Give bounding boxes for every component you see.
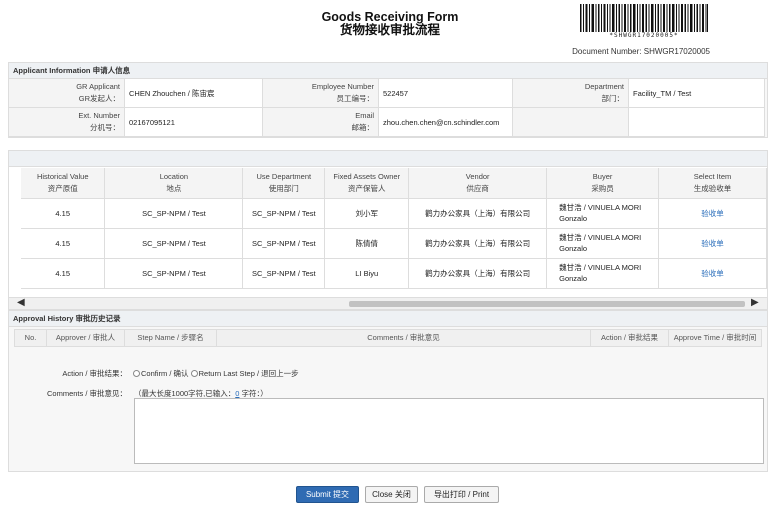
items-header-row: Historical Value 资产原值 Location 地点 Use Depa… (21, 168, 767, 199)
gr-applicant-label-zh: GR发起人： (78, 94, 120, 103)
employee-number-label-zh: 员工编号： (336, 94, 375, 103)
items-header-strip (9, 151, 767, 167)
cell-buyer: 魏甘浩 / VINUELA MORI Gonzalo (546, 198, 660, 229)
cell-vendor: 鹳力办公家具（上海）有限公司 (408, 258, 548, 289)
cell-buyer: 魏甘浩 / VINUELA MORI Gonzalo (546, 228, 660, 259)
items-table: Historical Value 资产原值 Location 地点 Use Depa… (21, 168, 767, 289)
email-label: Email 邮箱： (263, 108, 379, 137)
gr-applicant-value: CHEN Zhouchen / 陈宙宸 (125, 79, 263, 108)
cell-historical-value: 4.15 (21, 228, 106, 259)
applicant-info-section: Applicant Information 申请人信息 GR Applicant… (8, 62, 768, 138)
cell-use-department: SC_SP-NPM / Test (242, 258, 326, 289)
barcode-text: *SHWGR17020005* (609, 32, 679, 39)
approval-history-header: No. Approver / 审批人 Step Name / 步骤名 Comme… (14, 329, 762, 347)
table-row: 4.15 SC_SP-NPM / Test SC_SP-NPM / Test 刘… (21, 198, 767, 229)
department-value: Facility_TM / Test (629, 79, 765, 108)
col-step-name: Step Name / 步骤名 (125, 330, 217, 346)
radio-icon[interactable] (190, 370, 198, 377)
email-label-zh: 邮箱： (351, 123, 375, 132)
ext-number-label-zh: 分机号： (90, 123, 120, 132)
col-vendor: Vendor 供应商 (408, 168, 548, 199)
approval-title: Approval History 审批历史记录 (9, 311, 767, 327)
employee-number-label-en: Employee Number (311, 82, 374, 91)
department-label-en: Department (584, 82, 624, 91)
email-label-en: Email (355, 111, 374, 120)
select-item-link[interactable]: 验收单 (658, 258, 767, 289)
col-action: Action / 审批结果 (591, 330, 669, 346)
col-historical-value: Historical Value 资产原值 (21, 168, 106, 199)
employee-number-value: 522457 (379, 79, 513, 108)
cell-historical-value: 4.15 (21, 198, 106, 229)
cell-owner: 陈倩倩 (324, 228, 410, 259)
print-button[interactable]: 导出打印 / Print (424, 486, 499, 503)
approval-section: Approval History 审批历史记录 No. Approver / 审… (8, 310, 768, 472)
select-item-link[interactable]: 验收单 (658, 198, 767, 229)
close-button[interactable]: Close 关闭 (365, 486, 418, 503)
hint-prefix: （最大长度1000字符,已输入： (134, 389, 236, 398)
cell-use-department: SC_SP-NPM / Test (242, 198, 326, 229)
department-label: Department 部门： (513, 79, 629, 108)
cell-owner: 刘小军 (324, 198, 410, 229)
confirm-label: Confirm / 确认 (141, 369, 189, 378)
cell-use-department: SC_SP-NPM / Test (242, 228, 326, 259)
cell-historical-value: 4.15 (21, 258, 106, 289)
scroll-left-icon[interactable]: ◀ (17, 297, 25, 309)
applicant-info-grid: GR Applicant GR发起人： CHEN Zhouchen / 陈宙宸 … (9, 79, 767, 137)
applicant-info-title: Applicant Information 申请人信息 (9, 63, 767, 79)
col-approve-time: Approve Time / 审批时间 (673, 333, 757, 342)
action-radio-group: Confirm / 确认 Return Last Step / 退回上一步 (133, 368, 299, 379)
ext-number-label: Ext. Number 分机号： (9, 108, 125, 137)
col-use-department: Use Department 使用部门 (242, 168, 326, 199)
empty-label (513, 108, 629, 137)
cell-vendor: 鹳力办公家具（上海）有限公司 (408, 228, 548, 259)
col-no: No. (15, 330, 47, 346)
action-label: Action / 审批结果： (62, 369, 127, 378)
cell-vendor: 鹳力办公家具（上海）有限公司 (408, 198, 548, 229)
col-location: Location 地点 (104, 168, 244, 199)
form-header: Goods Receiving Form 货物接收审批流程 *SHWGR1702… (0, 0, 775, 60)
scroll-right-icon[interactable]: ▶ (751, 297, 759, 309)
radio-icon[interactable] (133, 370, 140, 377)
department-label-zh: 部门： (601, 94, 625, 103)
cell-location: SC_SP-NPM / Test (104, 198, 244, 229)
gr-applicant-label-en: GR Applicant (76, 82, 120, 91)
barcode-icon (580, 4, 708, 32)
ext-number-label-en: Ext. Number (78, 111, 120, 120)
hint-suffix: 字符：） (239, 389, 268, 398)
title-zh: 货物接收审批流程 (339, 23, 440, 37)
ext-number-value: 02167095121 (125, 108, 263, 137)
cell-owner: LI Biyu (324, 258, 410, 289)
select-item-link[interactable]: 验收单 (658, 228, 767, 259)
table-row: 4.15 SC_SP-NPM / Test SC_SP-NPM / Test L… (21, 258, 767, 289)
return-label: Return Last Step / 退回上一步 (198, 369, 299, 378)
table-row: 4.15 SC_SP-NPM / Test SC_SP-NPM / Test 陈… (21, 228, 767, 259)
col-select-item: Select Item 生成验收单 (658, 168, 767, 199)
email-value: zhou.chen.chen@cn.schindler.com (379, 108, 513, 137)
col-approver: Approver / 审批人 (47, 330, 125, 346)
employee-number-label: Employee Number 员工编号： (263, 79, 379, 108)
comments-label: Comments / 审批意见： (46, 389, 127, 398)
confirm-radio[interactable]: Confirm / 确认 (133, 369, 189, 378)
return-radio[interactable]: Return Last Step / 退回上一步 (190, 369, 299, 378)
cell-buyer: 魏甘浩 / VINUELA MORI Gonzalo (546, 258, 660, 289)
comments-textarea[interactable] (134, 398, 764, 464)
gr-applicant-label: GR Applicant GR发起人： (9, 79, 125, 108)
col-fixed-assets-owner: Fixed Assets Owner 资产保管人 (324, 168, 410, 199)
scrollbar-thumb[interactable] (349, 301, 745, 307)
cell-location: SC_SP-NPM / Test (104, 258, 244, 289)
document-number: Document Number: SHWGR17020005 (572, 47, 710, 56)
submit-button[interactable]: Submit 提交 (296, 486, 359, 503)
empty-value (629, 108, 765, 137)
cell-location: SC_SP-NPM / Test (104, 228, 244, 259)
page-title: Goods Receiving Form 货物接收审批流程 (290, 11, 490, 37)
horizontal-scrollbar[interactable]: ◀ ▶ (9, 297, 767, 309)
col-buyer: Buyer 采购员 (546, 168, 660, 199)
col-comments: Comments / 审批意见 (217, 330, 591, 346)
action-buttons: Submit 提交 Close 关闭 导出打印 / Print (0, 486, 775, 504)
items-section: Historical Value 资产原值 Location 地点 Use Depa… (8, 150, 768, 310)
